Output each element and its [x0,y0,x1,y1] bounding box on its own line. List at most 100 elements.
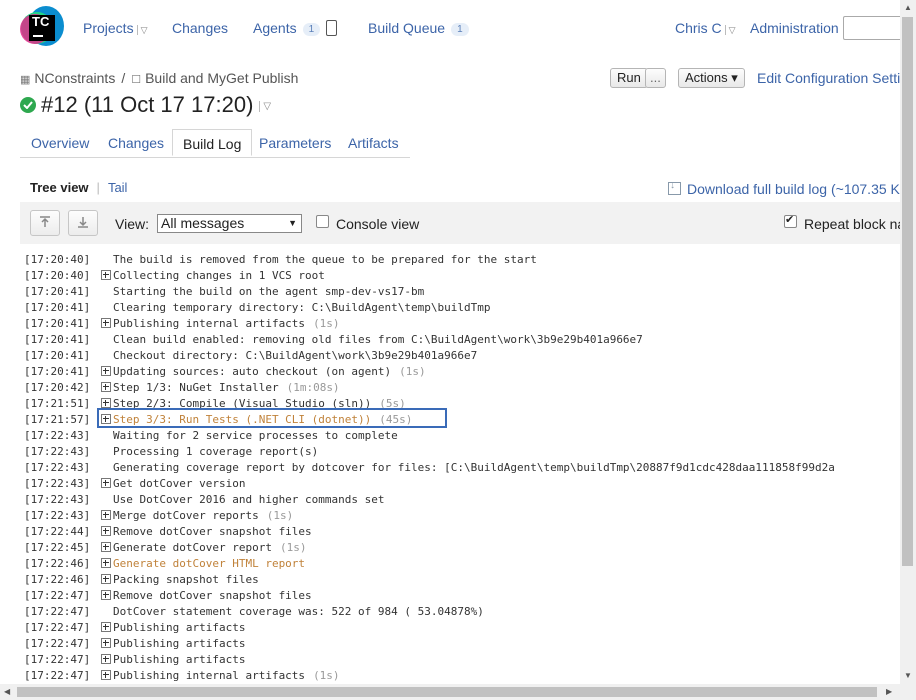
run-options-button[interactable]: ... [645,68,666,88]
scroll-up-arrow-icon[interactable]: ▲ [904,3,912,12]
log-duration: (1s) [313,669,340,682]
log-line[interactable]: [17:22:44] Remove dotCover snapshot files [24,524,312,540]
console-view-checkbox[interactable] [316,215,329,228]
tail-toggle[interactable]: Tail [108,180,128,195]
log-message: Get dotCover version [113,477,246,490]
nav-build-queue[interactable]: Build Queue 1 [368,20,469,36]
nav-projects[interactable]: Projects ▽ [83,20,148,36]
vertical-scroll-thumb[interactable] [902,17,913,566]
expand-plus-icon[interactable] [101,510,111,520]
log-timestamp: [17:20:42] [24,381,91,394]
tab-artifacts[interactable]: Artifacts [348,135,399,151]
log-timestamp: [17:22:47] [24,589,91,602]
run-button[interactable]: Run [610,68,648,88]
nav-agents[interactable]: Agents 1 [253,20,338,36]
success-check-icon [20,97,36,113]
log-duration: (1s) [266,509,294,522]
scroll-top-button[interactable] [30,210,60,236]
log-timestamp: [17:22:43] [24,461,91,474]
log-message: Generating coverage report by dotcover f… [113,461,835,474]
download-log-link[interactable]: Download full build log (~107.35 KB) [668,180,914,197]
log-message: Generate dotCover report [113,541,272,554]
agents-count-badge: 1 [302,23,321,36]
tree-view-toggle[interactable]: Tree view [30,180,89,195]
log-line: [17:20:41] Clearing temporary directory: … [24,300,491,316]
expand-plus-icon[interactable] [101,318,111,328]
log-message: Publishing artifacts [113,653,246,666]
log-line: [17:22:43] Waiting for 2 service processe… [24,428,398,444]
log-line[interactable]: [17:22:46] Packing snapshot files [24,572,259,588]
log-line[interactable]: [17:22:47] Remove dotCover snapshot files [24,588,312,604]
expand-plus-icon[interactable] [101,590,111,600]
expand-plus-icon[interactable] [101,478,111,488]
scroll-bottom-button[interactable] [68,210,98,236]
chevron-down-icon[interactable]: ▽ [724,25,736,35]
expand-plus-icon[interactable] [101,558,111,568]
log-message: Publishing internal artifacts [113,669,306,682]
expand-plus-icon[interactable] [101,622,111,632]
repeat-block-checkbox[interactable] [784,213,797,228]
log-line[interactable]: [17:22:47] Publishing artifacts [24,620,245,636]
log-line[interactable]: [17:22:45] Generate dotCover report (1s) [24,540,306,556]
log-line: [17:20:40] The build is removed from the … [24,252,537,268]
log-message: Remove dotCover snapshot files [113,525,312,538]
log-timestamp: [17:22:43] [24,477,91,490]
log-message: Publishing artifacts [113,621,246,634]
log-message: Merge dotCover reports [113,509,259,522]
expand-plus-icon[interactable] [101,542,111,552]
teamcity-logo[interactable]: TC [20,6,64,48]
breadcrumb-config[interactable]: Build and MyGet Publish [145,70,298,86]
log-timestamp: [17:22:47] [24,669,91,682]
vertical-scrollbar[interactable]: ▲ ▼ [900,0,916,684]
horizontal-scroll-thumb[interactable] [17,687,877,697]
horizontal-scrollbar[interactable]: ◀ ▶ [0,684,900,700]
log-message: Checkout directory: C:\BuildAgent\work\3… [113,349,478,362]
log-line[interactable]: [17:22:43] Get dotCover version [24,476,245,492]
expand-plus-icon[interactable] [101,574,111,584]
edit-configuration-link[interactable]: Edit Configuration Settings [757,70,916,86]
expand-plus-icon[interactable] [101,398,111,408]
expand-plus-icon[interactable] [101,526,111,536]
tab-overview[interactable]: Overview [31,135,89,151]
top-header: TC Projects ▽ Changes Agents 1 Build Queue… [0,0,904,58]
tab-parameters[interactable]: Parameters [259,135,331,151]
log-line[interactable]: [17:22:47] Publishing artifacts [24,652,245,668]
log-line[interactable]: [17:20:41] Updating sources: auto checkou… [24,364,426,380]
log-message: Starting the build on the agent smp-dev-… [113,285,425,298]
build-log: [17:20:40] The build is removed from the … [24,252,899,684]
log-line[interactable]: [17:22:43] Merge dotCover reports (1s) [24,508,293,524]
log-line[interactable]: [17:20:42] Step 1/3: NuGet Installer (1m:0… [24,380,340,396]
expand-plus-icon[interactable] [101,382,111,392]
nav-changes[interactable]: Changes [172,20,228,36]
tab-build-log[interactable]: Build Log [172,129,253,156]
expand-plus-icon[interactable] [101,366,111,376]
log-line[interactable]: [17:22:47] Publishing internal artifacts (… [24,668,340,684]
log-timestamp: [17:22:44] [24,525,91,538]
log-timestamp: [17:20:41] [24,301,91,314]
scroll-right-arrow-icon[interactable]: ▶ [886,687,892,696]
expand-plus-icon[interactable] [101,654,111,664]
log-line[interactable]: [17:22:46] Generate dotCover HTML report [24,556,305,572]
nav-administration[interactable]: Administration [750,20,839,36]
user-menu[interactable]: Chris C ▽ [675,20,736,36]
view-filter-select[interactable]: All messages ▼ [157,214,302,233]
chevron-down-icon[interactable]: ▽ [136,25,148,35]
log-timestamp: [17:22:43] [24,493,91,506]
log-line: [17:22:43] Use DotCover 2016 and higher c… [24,492,385,508]
tab-changes[interactable]: Changes [108,135,164,151]
scroll-down-arrow-icon[interactable]: ▼ [904,671,912,680]
expand-plus-icon[interactable] [101,670,111,680]
log-line[interactable]: [17:22:47] Publishing artifacts [24,636,245,652]
actions-button[interactable]: Actions ▾ [678,68,745,88]
chevron-down-icon[interactable]: ▽ [259,101,272,112]
agent-icon [326,20,338,36]
log-timestamp: [17:20:41] [24,285,91,298]
log-message: The build is removed from the queue to b… [113,253,537,266]
log-line[interactable]: [17:20:41] Publishing internal artifacts (… [24,316,340,332]
log-line[interactable]: [17:20:40] Collecting changes in 1 VCS ro… [24,268,325,284]
breadcrumb-project[interactable]: NConstraints [34,70,115,86]
expand-plus-icon[interactable] [101,638,111,648]
scroll-left-arrow-icon[interactable]: ◀ [4,687,10,696]
search-input[interactable] [843,16,904,40]
expand-plus-icon[interactable] [101,270,111,280]
